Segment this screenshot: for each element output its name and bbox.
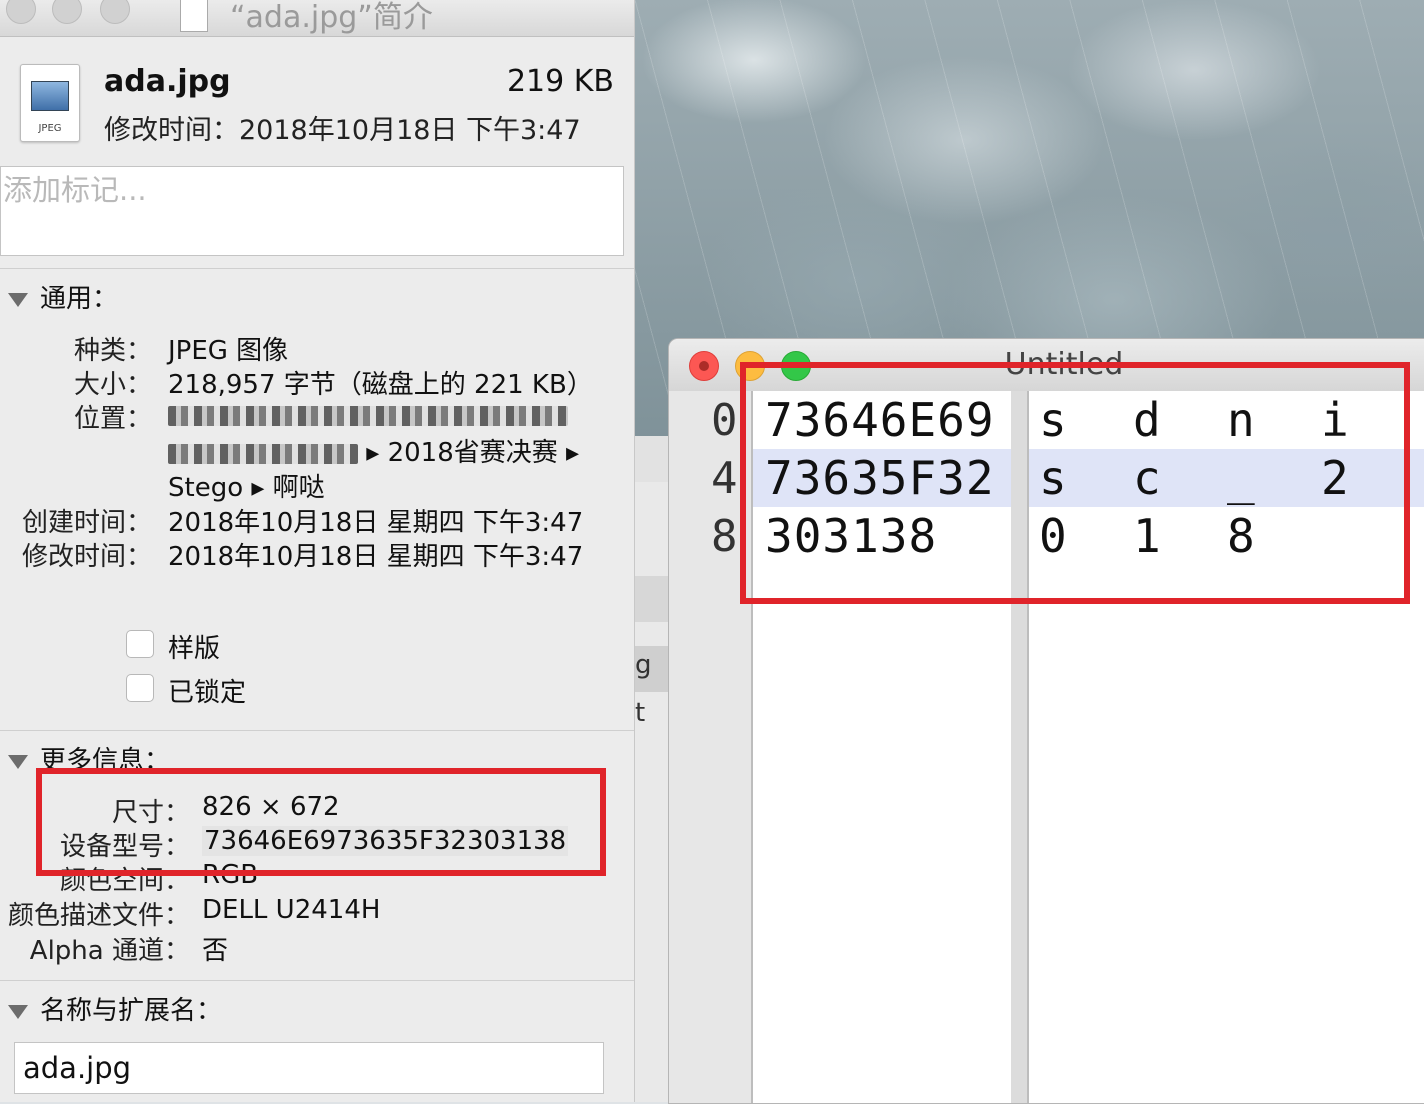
background-window: g t [634,436,671,1102]
created-value: 2018年10月18日 星期四 下午3:47 [168,508,584,538]
divider [0,980,634,981]
info-titlebar: “ada.jpg”简介 [0,0,634,37]
bg-row [635,576,671,622]
close-button[interactable] [6,0,36,24]
disclosure-triangle-icon[interactable] [8,754,28,769]
highlight-box-device-model [36,768,606,876]
color-profile-value: DELL U2414H [202,895,381,925]
name-field[interactable] [14,1042,604,1094]
locked-checkbox[interactable] [126,674,154,702]
name-input[interactable] [15,1043,593,1085]
where-path-line2: ▸ 2018省赛决赛 ▸ [168,432,579,469]
modified-value: 2018年10月18日 星期四 下午3:47 [168,542,584,572]
offset-label: 8 [711,511,738,562]
file-icon-label: JPEG [38,123,62,134]
document-icon [180,0,208,32]
modified-label: 修改时间： [21,542,152,572]
redacted-path [168,405,568,426]
tags-field[interactable] [0,166,624,256]
disclosure-triangle-icon[interactable] [8,1004,28,1019]
highlight-box-hex-data [740,362,1410,604]
where-label: 位置： [73,404,152,434]
bg-partial-text: t [635,698,646,728]
kind-value: JPEG 图像 [168,336,289,366]
alpha-value: 否 [202,936,229,966]
divider [0,730,634,731]
window-title: “ada.jpg”简介 [230,0,433,35]
where-path-line3: Stego ▸ 啊哒 [168,473,325,503]
image-preview-icon [31,81,69,111]
offset-label: 4 [711,453,738,504]
stationery-label: 样版 [168,634,221,664]
divider [0,268,634,269]
size-label: 大小： [73,370,152,400]
where-line2-tail: ▸ 2018省赛决赛 ▸ [366,438,580,468]
modified-summary: 修改时间：2018年10月18日 下午3:47 [104,115,581,146]
created-label: 创建时间： [21,508,152,538]
kind-label: 种类： [73,336,152,366]
minimize-button[interactable] [52,0,82,24]
bg-partial-text: g [635,650,652,680]
offset-column: 0 4 8 [669,391,751,1103]
jpeg-file-icon: JPEG [20,64,80,142]
file-size: 219 KB [506,64,614,99]
size-value: 218,957 字节（磁盘上的 221 KB） [168,370,593,400]
section-name-extension[interactable]: 名称与扩展名： [8,990,222,1027]
bg-row [635,436,671,482]
file-name: ada.jpg [104,64,231,99]
alpha-label: Alpha 通道： [29,936,190,966]
get-info-window: “ada.jpg”简介 JPEG ada.jpg 219 KB 修改时间：201… [0,0,635,1102]
locked-label: 已锁定 [168,678,247,708]
redacted-path [168,443,358,464]
offset-label: 0 [711,395,738,446]
disclosure-triangle-icon[interactable] [8,292,28,307]
zoom-button[interactable] [100,0,130,24]
tags-input[interactable] [1,167,603,207]
section-name-extension-label: 名称与扩展名： [40,996,223,1026]
section-general-label: 通用： [40,284,119,314]
where-path-redacted [168,400,568,430]
color-profile-label: 颜色描述文件： [7,901,190,931]
section-general[interactable]: 通用： [8,278,118,315]
stationery-checkbox[interactable] [126,630,154,658]
